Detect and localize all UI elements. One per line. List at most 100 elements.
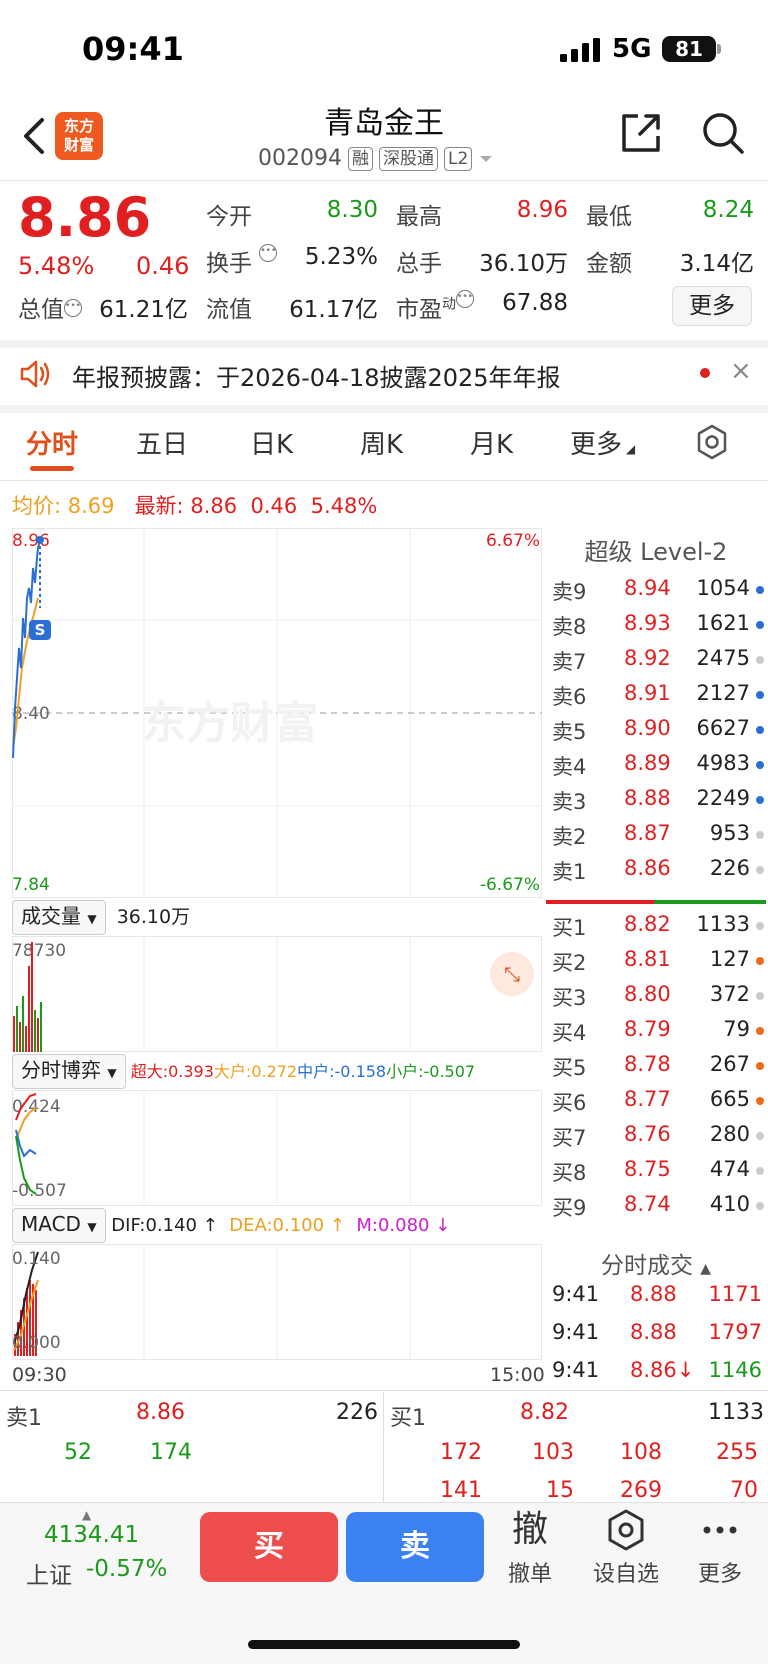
speaker-icon [20, 360, 50, 388]
current-price: 8.86 [18, 186, 152, 249]
queue-order: 108 [620, 1440, 662, 1465]
queue-order: 174 [150, 1440, 192, 1465]
divider [0, 480, 768, 481]
add-watchlist-button[interactable]: 设自选 [586, 1508, 666, 1588]
divider [383, 1392, 384, 1502]
amount-value: 3.14亿 [679, 251, 754, 277]
change-amount: 0.46 [136, 252, 190, 280]
queue-buy-label: 买1 [390, 1406, 426, 1431]
gear-icon[interactable] [694, 424, 730, 460]
game-bottom: -0.507 [12, 1181, 67, 1201]
tab-daily-k[interactable]: 日K [250, 424, 293, 461]
mcap-label: 总值••• [18, 297, 82, 323]
macd-bottom: 0.000 [12, 1333, 61, 1353]
bid-row[interactable]: 买3 8.80 372 [552, 982, 764, 1017]
float-value: 61.17亿 [289, 297, 378, 323]
divider [0, 340, 768, 348]
order-dot [756, 1027, 764, 1035]
order-dot [756, 992, 764, 1000]
ask-row[interactable]: 卖6 8.91 2127 [552, 681, 764, 716]
more-dots-icon [680, 1508, 760, 1552]
queue-buy-vol: 1133 [708, 1400, 764, 1425]
index-percent[interactable]: -0.57% [86, 1556, 167, 1582]
ask-row[interactable]: 卖7 8.92 2475 [552, 646, 764, 681]
queue-order: 255 [716, 1440, 758, 1465]
tab-fenshi[interactable]: 分时 [26, 424, 78, 461]
info-icon[interactable]: ••• [456, 290, 474, 308]
cancel-order-button[interactable]: 撤 撤单 [490, 1508, 570, 1588]
queue-sell-price: 8.86 [136, 1400, 185, 1425]
ask-row[interactable]: 卖2 8.87 953 [552, 821, 764, 856]
queue-order: 70 [730, 1478, 758, 1503]
ask-row[interactable]: 卖5 8.90 6627 [552, 716, 764, 751]
bid-row[interactable]: 买2 8.81 127 [552, 947, 764, 982]
order-dot [756, 761, 764, 769]
time-start: 09:30 [12, 1364, 67, 1386]
bid-row[interactable]: 买1 8.82 1133 [552, 912, 764, 947]
queue-order: 269 [620, 1478, 662, 1503]
divider [0, 1390, 768, 1391]
volume-dropdown[interactable]: 成交量 ▼ [12, 900, 106, 935]
volume-chart[interactable]: 78730 [12, 936, 542, 1052]
index-name[interactable]: 上证 [26, 1556, 72, 1590]
index-value[interactable]: 4134.41 [44, 1522, 139, 1548]
close-icon[interactable]: × [730, 356, 752, 386]
bid-row[interactable]: 买7 8.76 280 [552, 1122, 764, 1157]
mcap-value: 61.21亿 [99, 297, 188, 323]
watermark: 东方财富 [142, 698, 318, 749]
ask-row[interactable]: 卖4 8.89 4983 [552, 751, 764, 786]
tab-wuri[interactable]: 五日 [136, 424, 188, 461]
info-icon[interactable]: ••• [259, 244, 278, 262]
ask-row[interactable]: 卖8 8.93 1621 [552, 611, 764, 646]
ask-row[interactable]: 卖3 8.88 2249 [552, 786, 764, 821]
queue-order: 52 [64, 1440, 92, 1465]
bid-row[interactable]: 买9 8.74 410 [552, 1192, 764, 1227]
more-nav-button[interactable]: 更多 [680, 1508, 760, 1588]
tab-weekly-k[interactable]: 周K [360, 424, 403, 461]
expand-icon[interactable]: ⤡ [490, 952, 534, 996]
divider [0, 405, 768, 413]
order-dot [756, 1202, 764, 1210]
more-button[interactable]: 更多 [672, 286, 752, 326]
price-chart[interactable]: 东方财富 8.96 8.40 7.84 6.67% -6.67% S [12, 528, 542, 898]
tab-more[interactable]: 更多 ◢ [570, 424, 635, 461]
bid-row[interactable]: 买6 8.77 665 [552, 1087, 764, 1122]
sell-button[interactable]: 卖 [346, 1512, 484, 1582]
order-dot [756, 586, 764, 594]
game-chart[interactable]: 0.424 -0.507 [12, 1090, 542, 1206]
level2-title[interactable]: 超级 Level-2 [544, 532, 768, 567]
order-dot [756, 1097, 764, 1105]
bid-row[interactable]: 买8 8.75 474 [552, 1157, 764, 1192]
signal-icon [560, 38, 600, 62]
turnover-label: 换手 ••• [206, 244, 278, 277]
ask-row[interactable]: 卖1 8.86 226 [552, 856, 764, 891]
notice-text[interactable]: 年报预披露：于2026-04-18披露2025年年报 [72, 358, 561, 393]
caret-up-icon: ▲ [700, 1261, 712, 1277]
orderbook-divider [546, 900, 654, 904]
macd-chart[interactable]: 0.140 0.000 [12, 1244, 542, 1360]
sell-signal-icon: S [35, 621, 46, 639]
battery-icon: 81 [662, 36, 716, 62]
order-dot [756, 656, 764, 664]
time-end: 15:00 [490, 1364, 545, 1386]
volume-total: 36.10万 [116, 906, 191, 928]
queue-sell-vol: 226 [336, 1400, 378, 1425]
tab-monthly-k[interactable]: 月K [470, 424, 513, 461]
divider [0, 180, 768, 181]
info-icon[interactable]: ••• [64, 299, 82, 318]
turnover-value: 5.23% [304, 244, 378, 270]
order-dot [756, 726, 764, 734]
ticks-title[interactable]: 分时成交 ▲ [544, 1246, 768, 1280]
game-dropdown[interactable]: 分时博弈 ▼ [12, 1054, 126, 1089]
buy-button[interactable]: 买 [200, 1512, 338, 1582]
ask-row[interactable]: 卖9 8.94 1054 [552, 576, 764, 611]
bid-row[interactable]: 买5 8.78 267 [552, 1052, 764, 1087]
queue-order: 141 [440, 1478, 482, 1503]
macd-dropdown[interactable]: MACD ▼ [12, 1208, 106, 1243]
amount-label: 金额 [586, 251, 632, 277]
search-icon[interactable] [700, 110, 746, 156]
stock-sub-info[interactable]: 002094 融 深股通 L2 [258, 146, 494, 171]
share-icon[interactable] [618, 110, 664, 156]
orderbook-divider [654, 900, 766, 904]
bid-row[interactable]: 买4 8.79 79 [552, 1017, 764, 1052]
